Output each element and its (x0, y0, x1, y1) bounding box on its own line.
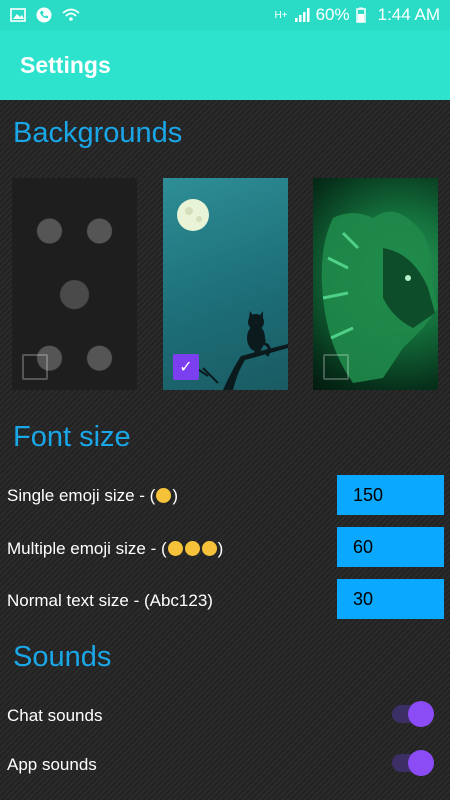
toggle-thumb (408, 750, 434, 776)
single-emoji-size-label: Single emoji size - () (7, 486, 178, 505)
chat-sounds-label: Chat sounds (7, 706, 103, 725)
multiple-emoji-size-label: Multiple emoji size - () (7, 539, 224, 558)
signal-icon (294, 7, 310, 23)
emoji-icon (201, 541, 217, 556)
page-title: Settings (20, 51, 111, 78)
battery-icon (355, 7, 372, 23)
image-icon (10, 7, 26, 23)
app-sounds-toggle[interactable] (392, 748, 434, 778)
battery-percent: 60% (315, 5, 350, 24)
phone-icon (36, 7, 52, 23)
emoji-icon (184, 541, 200, 556)
status-bar: H+ 60% 1:44 AM (0, 0, 450, 30)
font-size-heading: Font size (13, 421, 131, 453)
chat-sounds-toggle[interactable] (392, 699, 434, 729)
normal-text-size-input[interactable] (337, 579, 444, 619)
normal-text-size-label: Normal text size - (Abc123) (7, 591, 213, 610)
multiple-emoji-size-input[interactable] (337, 527, 444, 567)
single-emoji-size-input[interactable] (337, 475, 444, 515)
app-bar: Settings (0, 30, 450, 100)
toggle-thumb (408, 701, 434, 727)
background-option-lion[interactable] (313, 178, 438, 390)
clock: 1:44 AM (377, 5, 440, 24)
wifi-icon (62, 7, 80, 23)
sounds-heading: Sounds (13, 641, 112, 673)
background-checkbox[interactable] (22, 354, 48, 380)
background-option-moon-cat[interactable]: ✓ (163, 178, 288, 390)
background-checkbox[interactable] (323, 354, 349, 380)
emoji-icon (156, 488, 172, 503)
backgrounds-heading: Backgrounds (13, 117, 183, 149)
emoji-icon (167, 541, 183, 556)
app-sounds-label: App sounds (7, 755, 97, 774)
network-type: H+ (274, 9, 288, 21)
background-checkbox-checked[interactable]: ✓ (173, 354, 199, 380)
background-option-damask[interactable] (12, 178, 137, 390)
